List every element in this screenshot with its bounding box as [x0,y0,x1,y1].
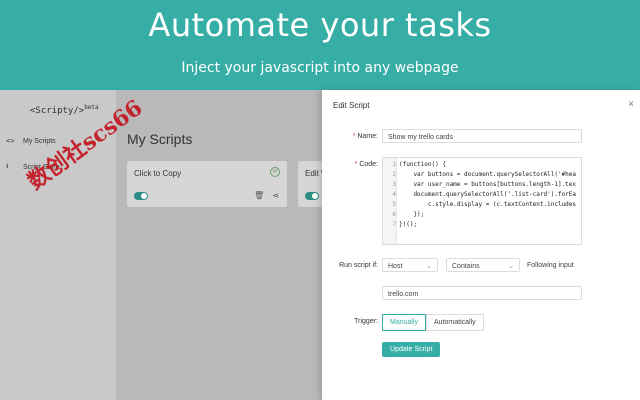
enable-toggle[interactable] [305,192,319,200]
brand-logo: <Scripty/>beta [30,104,99,116]
script-card-title: Click to Copy [134,169,182,178]
main-content: My Scripts Click to Copy M 🗑 ⋖ Edit W [116,90,338,400]
enable-toggle[interactable] [134,192,148,200]
script-card[interactable]: Click to Copy M 🗑 ⋖ [127,161,287,207]
trigger-manually-button[interactable]: Manually [382,314,427,331]
banner-title: Automate your tasks [148,6,492,44]
sidebar-item-label: My Scripts [23,137,56,145]
code-label: * Code: [354,161,378,168]
status-badge-icon: M [270,167,280,177]
chevron-down-icon: ⌄ [508,263,514,270]
condition-operator-select[interactable]: Contains ⌄ [446,258,520,272]
code-editor[interactable]: 1 (function() { 2 var buttons = document.… [382,157,582,245]
code-icon: <> [6,137,15,145]
trigger-toggle-group: Manually Automatically [382,314,484,331]
run-condition-label: Run script if: [339,262,378,269]
panel-title: Edit Script [333,101,370,110]
name-label: * Name: [352,133,378,140]
trash-icon[interactable]: 🗑 [254,191,264,200]
sidebar-item-my-scripts[interactable]: <> My Scripts [6,137,56,145]
condition-field-select[interactable]: Host ⌄ [382,258,438,272]
update-script-button[interactable]: Update Script [382,342,441,357]
promo-banner: Automate your tasks Inject your javascri… [0,0,640,90]
share-icon[interactable]: ⋖ [272,191,279,200]
trigger-automatically-button[interactable]: Automatically [426,314,484,331]
chevron-down-icon: ⌄ [426,263,432,270]
trigger-label: Trigger: [354,318,378,325]
banner-subtitle: Inject your javascript into any webpage [181,60,459,76]
download-icon: ⭳ [6,162,9,170]
condition-value-input[interactable]: trello.com [382,286,582,300]
edit-script-panel: Edit Script × * Name: Show my trello car… [322,90,640,400]
page-title: My Scripts [127,131,193,147]
following-input-label: Following input [527,262,574,269]
app-window: <Scripty/>beta <> My Scripts ⭳ Script St… [0,90,640,400]
close-icon[interactable]: × [628,99,634,110]
name-input[interactable]: Show my trello cards [382,129,582,143]
